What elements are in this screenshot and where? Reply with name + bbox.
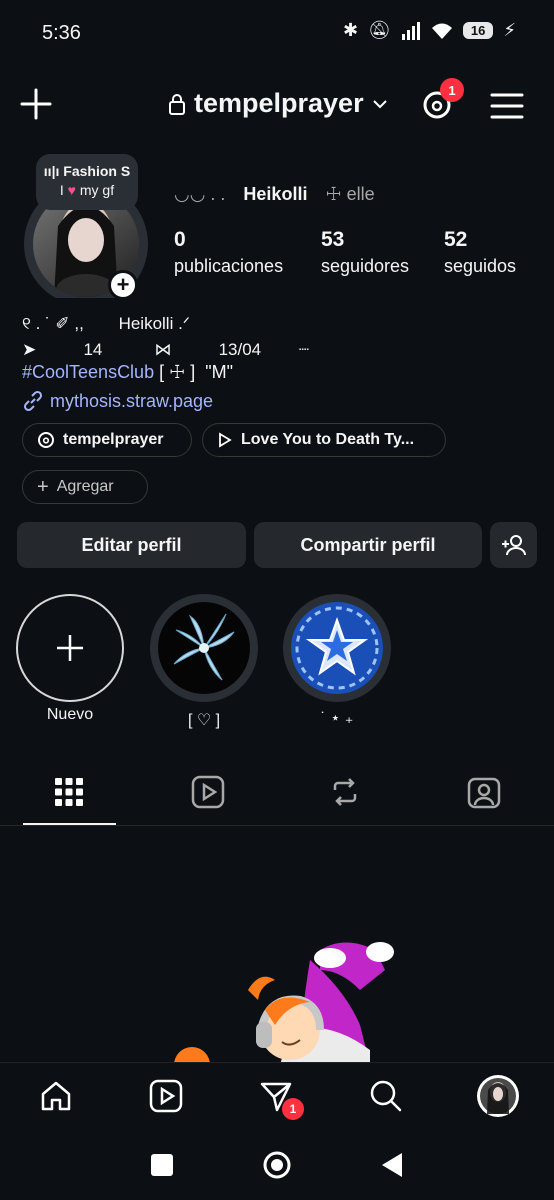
wifi-icon	[431, 23, 452, 39]
threads-icon	[38, 432, 54, 448]
note-line-2: I ♥ my gf	[59, 182, 115, 198]
highlight-star[interactable]	[283, 594, 391, 702]
posts-stat[interactable]: 0 publicaciones	[174, 228, 283, 277]
name-suffix: ☩ elle	[325, 184, 375, 204]
tab-reposts[interactable]	[325, 772, 365, 812]
active-tab-indicator	[23, 823, 116, 825]
threads-button[interactable]: 1	[420, 78, 464, 124]
note-bubble[interactable]: ıı|ı Fashion S I ♥ my gf	[36, 154, 138, 210]
play-icon	[219, 432, 232, 448]
profile-link[interactable]: mythosis.straw.page	[22, 390, 213, 412]
create-plus-icon[interactable]	[18, 86, 54, 122]
add-chip[interactable]: + Agregar	[22, 470, 148, 504]
music-chip[interactable]: Love You to Death Ty...	[202, 423, 446, 457]
reels-icon	[191, 775, 225, 809]
hashtag-link[interactable]: #CoolTeensClub	[22, 362, 154, 382]
menu-icon[interactable]	[490, 92, 524, 120]
plus-icon: +	[37, 475, 49, 498]
threads-badge: 1	[440, 78, 464, 102]
highlight-label: Nuevo	[46, 706, 94, 723]
bio-line-2: ➤ 14 ⋈ 13/04 ┈	[22, 340, 310, 359]
repost-icon	[333, 778, 357, 806]
home-button[interactable]	[262, 1150, 292, 1180]
home-icon	[41, 1081, 71, 1111]
status-time: 5:36	[42, 22, 81, 44]
nav-home[interactable]	[36, 1076, 76, 1116]
lock-icon	[169, 93, 185, 115]
search-icon	[370, 1080, 402, 1112]
empty-state-illustration	[174, 942, 394, 1065]
username-title: tempelprayer	[194, 88, 364, 118]
profile-name-row: ◡◡ . . Heikolli ☩ elle	[174, 184, 375, 205]
grid-icon	[55, 778, 83, 806]
tab-tagged[interactable]	[464, 772, 504, 812]
nav-profile[interactable]	[476, 1074, 520, 1118]
battery-indicator: 16	[462, 22, 494, 39]
tab-grid[interactable]	[49, 772, 89, 812]
discover-people-button[interactable]	[490, 522, 537, 568]
name-decoration: ◡◡ . .	[174, 184, 226, 204]
threads-chip[interactable]: tempelprayer	[22, 423, 192, 457]
note-line-1: ıı|ı Fashion S	[43, 163, 131, 179]
bluetooth-icon: ✱	[342, 20, 359, 40]
reels-icon	[149, 1079, 183, 1113]
tab-divider	[0, 825, 554, 826]
add-story-button[interactable]: +	[108, 270, 138, 300]
mute-icon: 🔕︎	[368, 20, 391, 40]
recent-apps-button[interactable]	[151, 1154, 173, 1176]
status-icons: ✱ 🔕︎ 16 ⚡︎	[343, 20, 516, 41]
followers-stat[interactable]: 53 seguidores	[321, 228, 409, 277]
profile-name: Heikolli	[243, 184, 308, 204]
highlight-label: ˙ ⋆ ₊	[320, 710, 354, 727]
nav-messages[interactable]: 1	[256, 1076, 304, 1120]
account-switcher[interactable]: tempelprayer	[168, 88, 388, 119]
chevron-down-icon	[372, 99, 387, 108]
nav-reels[interactable]	[146, 1076, 186, 1116]
following-stat[interactable]: 52 seguidos	[444, 228, 516, 277]
signal-icon	[401, 21, 420, 40]
edit-profile-button[interactable]: Editar perfil	[17, 522, 246, 568]
back-button[interactable]	[380, 1152, 404, 1178]
tab-reels[interactable]	[188, 772, 228, 812]
nav-search[interactable]	[366, 1076, 406, 1116]
charging-icon: ⚡︎	[503, 20, 516, 40]
messages-badge: 1	[282, 1098, 304, 1120]
share-profile-button[interactable]: Compartir perfil	[254, 522, 482, 568]
tagged-icon	[467, 777, 501, 809]
new-highlight-button[interactable]	[16, 594, 124, 702]
audio-bars-icon: ıı|ı	[43, 163, 64, 179]
bio-line-1: ୧ . ˙ ✐ ,, Heikolli .ᐟ	[22, 314, 190, 333]
bio-hashtag-line: #CoolTeensClub [ ☩ ] "M"	[22, 362, 234, 382]
link-icon	[23, 390, 43, 412]
plus-icon	[57, 635, 83, 661]
pink-heart-icon: ♥	[67, 182, 76, 198]
add-person-icon	[501, 535, 526, 556]
profile-avatar-small	[477, 1075, 519, 1117]
highlight-lily[interactable]	[150, 594, 258, 702]
highlight-label: [ ♡ ]	[187, 712, 221, 729]
